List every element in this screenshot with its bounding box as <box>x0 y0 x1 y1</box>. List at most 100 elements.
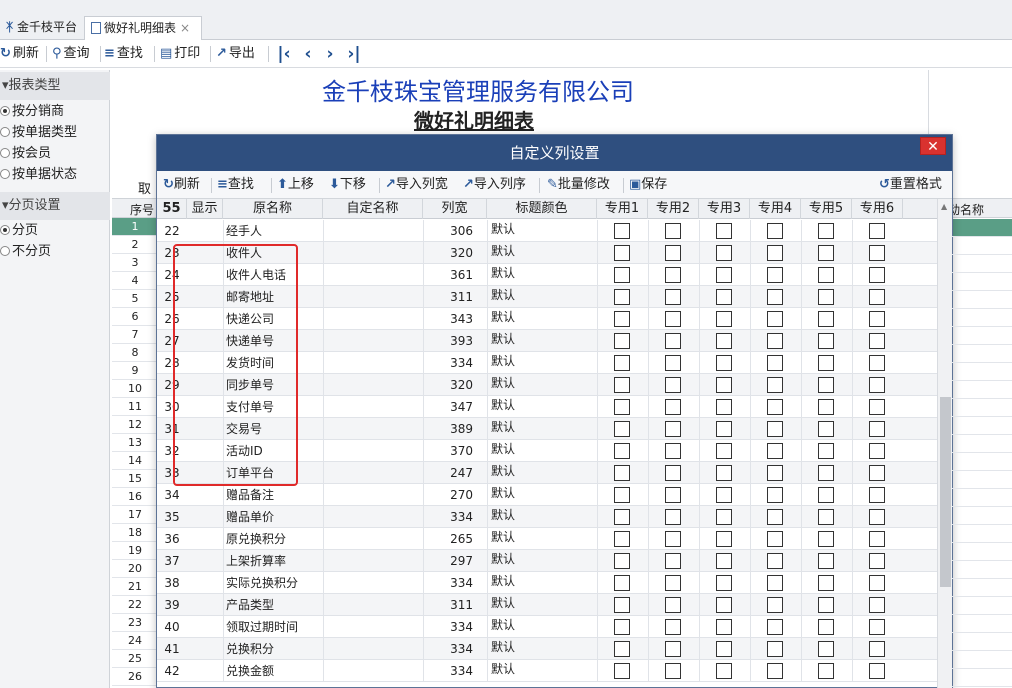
special-checkbox-3[interactable] <box>716 333 732 349</box>
move-up-button[interactable]: ⬆上移 <box>277 176 314 194</box>
special-checkbox-3[interactable] <box>716 641 732 657</box>
special-checkbox-1[interactable] <box>614 333 630 349</box>
special-checkbox-5[interactable] <box>818 641 834 657</box>
column-width[interactable]: 343 <box>423 308 487 330</box>
last-page-button[interactable]: ›| <box>344 43 364 65</box>
special-checkbox-1[interactable] <box>614 465 630 481</box>
special-checkbox-2[interactable] <box>665 619 681 635</box>
custom-name-field[interactable] <box>323 418 423 440</box>
special-checkbox-5[interactable] <box>818 465 834 481</box>
dialog-find-button[interactable]: ≡查找 <box>217 176 254 194</box>
query-button[interactable]: ⚲ 查询 <box>52 44 90 64</box>
special-checkbox-3[interactable] <box>716 267 732 283</box>
special-checkbox-2[interactable] <box>665 575 681 591</box>
special-checkbox-5[interactable] <box>818 597 834 613</box>
special-checkbox-6[interactable] <box>869 619 885 635</box>
first-page-button[interactable]: |‹ <box>274 43 294 65</box>
batch-edit-button[interactable]: ✎批量修改 <box>547 176 610 194</box>
column-width[interactable]: 311 <box>423 594 487 616</box>
special-checkbox-6[interactable] <box>869 531 885 547</box>
title-color[interactable]: 默认 <box>487 374 597 396</box>
special-checkbox-6[interactable] <box>869 399 885 415</box>
print-button[interactable]: ▤ 打印 <box>160 44 200 64</box>
column-width[interactable]: 393 <box>423 330 487 352</box>
special-checkbox-2[interactable] <box>665 223 681 239</box>
custom-name-field[interactable] <box>323 660 423 682</box>
special-checkbox-4[interactable] <box>767 377 783 393</box>
column-width[interactable]: 334 <box>423 352 487 374</box>
special-checkbox-4[interactable] <box>767 487 783 503</box>
special-checkbox-2[interactable] <box>665 399 681 415</box>
tab-platform[interactable]: ᛡ 金千枝平台 <box>0 16 82 40</box>
header-custom-name[interactable]: 自定名称 <box>323 199 423 219</box>
special-checkbox-5[interactable] <box>818 267 834 283</box>
header-title-color[interactable]: 标题颜色 <box>487 199 597 219</box>
column-width[interactable]: 334 <box>423 616 487 638</box>
special-checkbox-3[interactable] <box>716 553 732 569</box>
special-checkbox-1[interactable] <box>614 487 630 503</box>
custom-name-field[interactable] <box>323 484 423 506</box>
special-checkbox-3[interactable] <box>716 597 732 613</box>
custom-name-field[interactable] <box>323 352 423 374</box>
column-width[interactable]: 334 <box>423 572 487 594</box>
radio-paging[interactable]: 分页 <box>0 221 38 241</box>
special-checkbox-5[interactable] <box>818 311 834 327</box>
special-checkbox-3[interactable] <box>716 487 732 503</box>
special-checkbox-1[interactable] <box>614 399 630 415</box>
special-checkbox-4[interactable] <box>767 553 783 569</box>
custom-name-field[interactable] <box>323 572 423 594</box>
title-color[interactable]: 默认 <box>487 572 597 594</box>
special-checkbox-4[interactable] <box>767 267 783 283</box>
special-checkbox-6[interactable] <box>869 641 885 657</box>
special-checkbox-4[interactable] <box>767 421 783 437</box>
special-checkbox-3[interactable] <box>716 355 732 371</box>
column-width[interactable]: 311 <box>423 286 487 308</box>
title-color[interactable]: 默认 <box>487 660 597 682</box>
column-width[interactable]: 270 <box>423 484 487 506</box>
special-checkbox-2[interactable] <box>665 377 681 393</box>
special-checkbox-6[interactable] <box>869 421 885 437</box>
import-width-button[interactable]: ↗导入列宽 <box>385 176 448 194</box>
custom-name-field[interactable] <box>323 638 423 660</box>
special-checkbox-4[interactable] <box>767 443 783 459</box>
close-icon[interactable]: × <box>180 21 190 35</box>
special-checkbox-1[interactable] <box>614 509 630 525</box>
dialog-close-button[interactable]: ✕ <box>920 137 946 155</box>
special-checkbox-5[interactable] <box>818 377 834 393</box>
title-color[interactable]: 默认 <box>487 308 597 330</box>
header-u2[interactable]: 专用2 <box>648 199 699 219</box>
special-checkbox-1[interactable] <box>614 663 630 679</box>
export-button[interactable]: ↗ 导出 <box>216 44 255 64</box>
radio-no-paging[interactable]: 不分页 <box>0 242 51 262</box>
title-color[interactable]: 默认 <box>487 550 597 572</box>
special-checkbox-5[interactable] <box>818 289 834 305</box>
reset-format-button[interactable]: ↺重置格式 <box>879 176 942 194</box>
radio-by-distributor[interactable]: 按分销商 <box>0 102 64 122</box>
special-checkbox-6[interactable] <box>869 509 885 525</box>
special-checkbox-4[interactable] <box>767 531 783 547</box>
special-checkbox-2[interactable] <box>665 311 681 327</box>
custom-name-field[interactable] <box>323 242 423 264</box>
title-color[interactable]: 默认 <box>487 506 597 528</box>
column-row[interactable]: 35 赠品单价 334 默认 <box>157 506 937 528</box>
special-checkbox-6[interactable] <box>869 289 885 305</box>
custom-name-field[interactable] <box>323 616 423 638</box>
special-checkbox-4[interactable] <box>767 223 783 239</box>
special-checkbox-5[interactable] <box>818 443 834 459</box>
custom-name-field[interactable] <box>323 330 423 352</box>
custom-name-field[interactable] <box>323 462 423 484</box>
special-checkbox-1[interactable] <box>614 597 630 613</box>
tab-report-detail[interactable]: 微好礼明细表 × <box>84 16 202 40</box>
special-checkbox-2[interactable] <box>665 641 681 657</box>
special-checkbox-5[interactable] <box>818 619 834 635</box>
custom-name-field[interactable] <box>323 528 423 550</box>
special-checkbox-2[interactable] <box>665 245 681 261</box>
special-checkbox-1[interactable] <box>614 355 630 371</box>
title-color[interactable]: 默认 <box>487 528 597 550</box>
title-color[interactable]: 默认 <box>487 396 597 418</box>
special-checkbox-2[interactable] <box>665 531 681 547</box>
title-color[interactable]: 默认 <box>487 616 597 638</box>
special-checkbox-3[interactable] <box>716 575 732 591</box>
special-checkbox-2[interactable] <box>665 289 681 305</box>
column-width[interactable]: 370 <box>423 440 487 462</box>
